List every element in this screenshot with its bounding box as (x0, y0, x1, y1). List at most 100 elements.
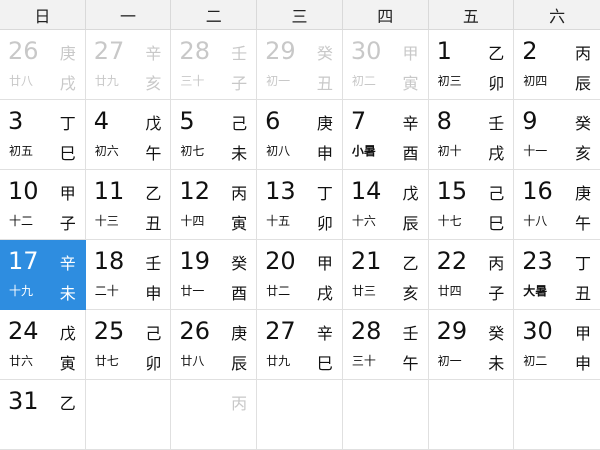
earthly-branch: 丑 (316, 74, 333, 93)
day-cell[interactable] (514, 380, 600, 450)
day-cell[interactable]: 27 辛亥 廿九 (85, 30, 172, 100)
day-cell[interactable]: 20 甲戌 廿二 (257, 240, 343, 310)
heavenly-stem: 庚 (231, 324, 248, 343)
day-cell[interactable]: 24 戊寅 廿六 (0, 310, 86, 380)
lunar-date: 十九 (9, 284, 34, 298)
earthly-branch: 亥 (145, 74, 162, 93)
earthly-branch: 申 (145, 284, 162, 303)
day-cell[interactable]: 25 己卯 廿七 (85, 310, 172, 380)
earthly-branch: 寅 (59, 354, 76, 373)
day-cell[interactable]: 18 壬申 二十 (85, 240, 172, 310)
earthly-branch: 戌 (59, 74, 76, 93)
day-cell[interactable]: 22 丙子 廿四 (428, 240, 515, 310)
lunar-date: 初三 (437, 74, 462, 88)
earthly-branch: 巳 (488, 214, 505, 233)
weekday-sun: 日 (0, 0, 86, 29)
day-cell[interactable]: 2 丙辰 初四 (514, 30, 600, 100)
day-cell[interactable] (257, 380, 343, 450)
lunar-date: 二十 (94, 284, 119, 298)
earthly-branch: 卯 (488, 74, 505, 93)
day-cell[interactable]: 1 乙卯 初三 (428, 30, 515, 100)
day-cell[interactable]: 3 丁巳 初五 (0, 100, 86, 170)
earthly-branch: 丑 (145, 214, 162, 233)
heavenly-stem: 丙 (574, 44, 591, 63)
day-cell[interactable]: 丙 (171, 380, 258, 450)
day-cell[interactable]: 31 乙 (0, 380, 86, 450)
day-cell[interactable]: 14 戊辰 十六 (342, 170, 429, 240)
day-cell-selected[interactable]: 17 辛未 十九 (0, 240, 86, 310)
day-cell[interactable] (428, 380, 515, 450)
day-cell[interactable]: 8 壬戌 初十 (428, 100, 515, 170)
lunar-date: 十五 (266, 214, 291, 228)
day-cell[interactable]: 5 己未 初七 (171, 100, 258, 170)
lunar-date: 廿一 (180, 284, 205, 298)
heavenly-stem: 庚 (59, 44, 76, 63)
day-cell[interactable] (85, 380, 172, 450)
day-number: 7 (350, 107, 367, 135)
heavenly-stem: 壬 (145, 254, 162, 273)
day-cell[interactable]: 11 乙丑 十三 (85, 170, 172, 240)
heavenly-stem: 癸 (574, 114, 591, 133)
lunar-date: 十三 (94, 214, 119, 228)
day-cell[interactable]: 13 丁卯 十五 (257, 170, 343, 240)
day-cell[interactable]: 15 己巳 十七 (428, 170, 515, 240)
earthly-branch: 寅 (402, 74, 419, 93)
lunar-date: 三十 (351, 354, 376, 368)
day-cell[interactable]: 27 辛巳 廿九 (257, 310, 343, 380)
lunar-date: 初一 (266, 74, 291, 88)
day-number: 19 (179, 247, 210, 275)
day-cell[interactable]: 12 丙寅 十四 (171, 170, 258, 240)
weekday-thu: 四 (343, 0, 429, 29)
lunar-date: 初八 (266, 144, 291, 158)
heavenly-stem: 癸 (231, 254, 248, 273)
day-cell[interactable]: 26 庚戌 廿八 (0, 30, 86, 100)
heavenly-stem: 丙 (488, 254, 505, 273)
weekday-header: 日 一 二 三 四 五 六 (0, 0, 600, 30)
day-cell[interactable]: 7 辛酉 小暑 (342, 100, 429, 170)
weekday-tue: 二 (171, 0, 258, 29)
day-number: 26 (179, 317, 210, 345)
weekday-sat: 六 (549, 6, 566, 26)
heavenly-stem: 戊 (59, 324, 76, 343)
day-cell[interactable]: 9 癸亥 十一 (514, 100, 600, 170)
heavenly-stem: 甲 (402, 44, 419, 63)
heavenly-stem: 壬 (402, 324, 419, 343)
lunar-date: 廿八 (9, 74, 34, 88)
heavenly-stem: 乙 (145, 184, 162, 203)
lunar-date: 小暑 (351, 144, 376, 158)
day-cell[interactable]: 28 壬子 三十 (171, 30, 258, 100)
day-cell[interactable]: 29 癸未 初一 (428, 310, 515, 380)
earthly-branch: 未 (59, 284, 76, 303)
heavenly-stem: 戊 (145, 114, 162, 133)
day-cell[interactable] (342, 380, 429, 450)
day-number: 4 (93, 107, 109, 135)
lunar-date: 廿九 (94, 74, 119, 88)
day-cell[interactable]: 10 甲子 十二 (0, 170, 86, 240)
earthly-branch: 卯 (145, 354, 162, 373)
day-number: 20 (265, 247, 296, 275)
heavenly-stem: 辛 (316, 324, 333, 343)
day-number: 15 (436, 177, 468, 205)
lunar-date: 大暑 (523, 284, 548, 298)
earthly-branch: 寅 (231, 214, 248, 233)
day-cell[interactable]: 26 庚辰 廿八 (171, 310, 258, 380)
day-number: 14 (350, 177, 382, 205)
day-number: 30 (522, 317, 553, 345)
day-number: 24 (8, 317, 39, 345)
day-number: 30 (350, 37, 382, 65)
day-number: 12 (179, 177, 210, 205)
day-number: 29 (265, 37, 296, 65)
day-number: 26 (8, 37, 39, 65)
day-cell[interactable]: 6 庚申 初八 (257, 100, 343, 170)
day-cell[interactable]: 4 戊午 初六 (85, 100, 172, 170)
day-cell[interactable]: 28 壬午 三十 (342, 310, 429, 380)
day-cell[interactable]: 16 庚午 十八 (514, 170, 600, 240)
day-cell[interactable]: 30 甲申 初二 (514, 310, 600, 380)
earthly-branch: 戌 (316, 284, 333, 303)
day-cell[interactable]: 21 乙亥 廿三 (342, 240, 429, 310)
day-cell[interactable]: 19 癸酉 廿一 (171, 240, 258, 310)
day-cell[interactable]: 29 癸丑 初一 (257, 30, 343, 100)
day-cell[interactable]: 30 甲寅 初二 (342, 30, 429, 100)
day-cell[interactable]: 23 丁丑 大暑 (514, 240, 600, 310)
heavenly-stem: 壬 (231, 44, 248, 63)
